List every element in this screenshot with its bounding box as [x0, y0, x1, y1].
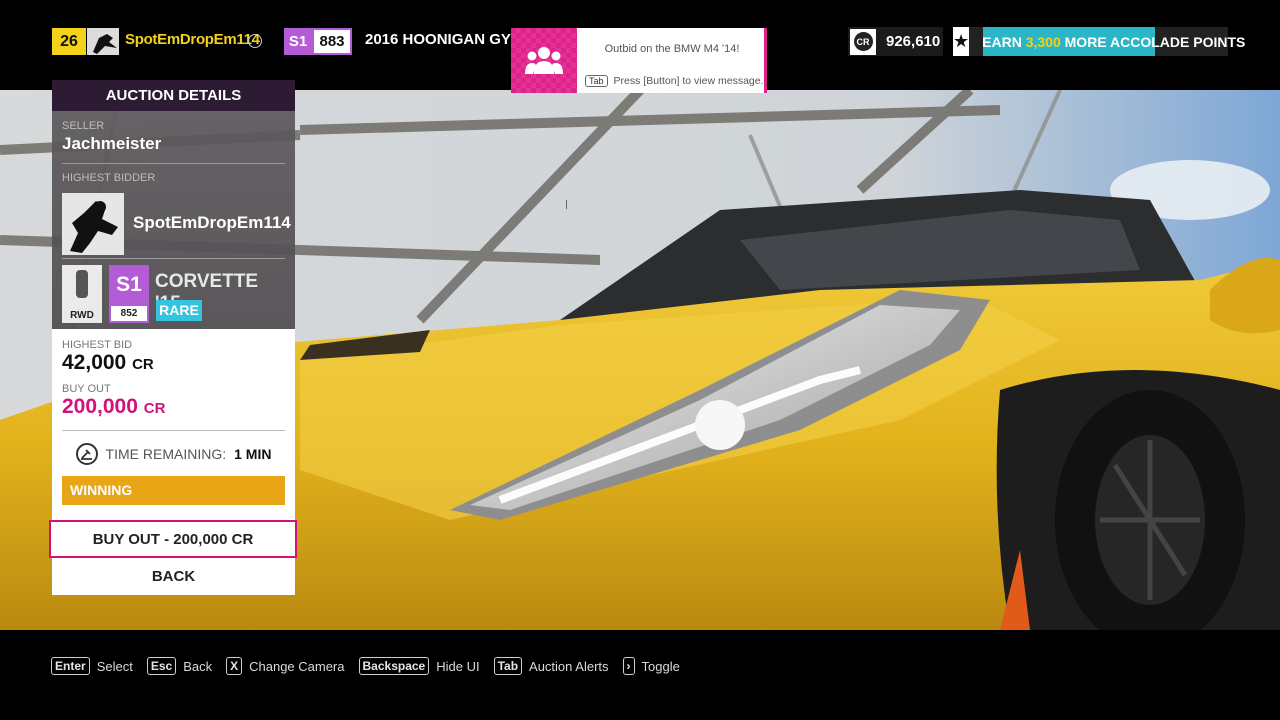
notification-hint-text: Press [Button] to view message.: [613, 75, 764, 87]
notification-hint: Tab Press [Button] to view message.: [585, 75, 764, 87]
seller-label: SELLER: [62, 120, 105, 132]
hint-select[interactable]: Enter Select: [51, 657, 133, 675]
car-info-section: RWD S1 852 CORVETTE '15 RARE: [62, 259, 285, 329]
player-level-badge: 26: [52, 28, 86, 55]
time-remaining: TIME REMAINING: 1 MIN: [62, 442, 285, 466]
back-button[interactable]: BACK: [52, 561, 295, 591]
outbid-notification[interactable]: Outbid on the BMW M4 '14! Tab Press [But…: [511, 28, 767, 93]
group-icon: [511, 28, 577, 93]
accolade-progress: ★ EARN 3,300 MORE ACCOLADE POINTS: [953, 27, 1245, 56]
hint-label: Select: [96, 658, 133, 674]
hint-label: Hide UI: [436, 658, 480, 674]
star-icon: ★: [953, 27, 970, 56]
control-hints: Enter Select Esc Back X Change Camera Ba…: [51, 657, 680, 675]
seller-section: SELLER Jachmeister: [62, 111, 285, 164]
club-badge-icon: [248, 34, 262, 48]
accolade-points: 3,300: [1025, 33, 1061, 50]
credits-value: 926,610: [886, 33, 941, 50]
esc-key-icon: Esc: [146, 657, 177, 675]
class-letter: S1: [284, 28, 312, 55]
hint-toggle[interactable]: › Toggle: [622, 657, 680, 675]
player-avatar: [87, 28, 119, 55]
toggle-key-icon: ›: [622, 657, 635, 675]
panel-title: AUCTION DETAILS: [52, 80, 295, 111]
tab-key-icon: Tab: [493, 657, 523, 675]
control-hints-bar: [0, 630, 1280, 720]
drivetrain-icon: RWD: [62, 265, 102, 323]
credits-icon: CR: [850, 28, 876, 55]
hint-label: Auction Alerts: [529, 658, 609, 674]
credits-display: CR 926,610: [848, 27, 943, 56]
backspace-key-icon: Backspace: [358, 657, 430, 675]
highest-bidder-section: HIGHEST BIDDER SpotEmDropEm114: [62, 164, 291, 259]
bidder-avatar: [62, 193, 124, 255]
hint-back[interactable]: Esc Back: [146, 657, 213, 675]
x-key-icon: X: [226, 657, 243, 675]
divider: [62, 430, 285, 431]
time-remaining-value: 1 MIN: [234, 446, 272, 462]
hint-label: Change Camera: [249, 658, 345, 674]
enter-key-icon: Enter: [51, 657, 90, 675]
notification-accent: [764, 28, 767, 93]
highest-bidder-name: SpotEmDropEm114: [133, 213, 291, 232]
hint-auction-alerts[interactable]: Tab Auction Alerts: [493, 657, 609, 675]
player-gamertag: SpotEmDropEm114: [125, 31, 260, 48]
highest-bidder-label: HIGHEST BIDDER: [62, 172, 156, 184]
hint-label: Toggle: [641, 658, 680, 674]
hint-change-camera[interactable]: X Change Camera: [226, 657, 345, 675]
mouse-cursor: [566, 200, 572, 209]
buyout-label: BUY OUT: [62, 383, 111, 395]
buyout-value: 200,000 CR: [62, 395, 166, 418]
highest-bid-label: HIGHEST BID: [62, 339, 133, 351]
auction-details-panel: AUCTION DETAILS SELLER Jachmeister HIGHE…: [49, 80, 297, 595]
car-class-letter: S1: [116, 273, 142, 296]
gavel-icon: [75, 443, 98, 465]
current-car-class-badge: S1 883: [284, 28, 352, 55]
accolade-text: EARN 3,300 MORE ACCOLADE POINTS: [982, 33, 1246, 50]
buyout-button[interactable]: BUY OUT - 200,000 CR: [49, 520, 297, 558]
highest-bid-section: HIGHEST BID 42,000 CR BUY OUT 200,000 CR: [62, 329, 285, 419]
seller-name: Jachmeister: [62, 134, 162, 153]
highest-bid-value: 42,000 CR: [62, 351, 154, 374]
car-class-badge: S1 852: [109, 265, 149, 323]
time-remaining-label: TIME REMAINING:: [105, 446, 227, 462]
hint-label: Back: [183, 658, 213, 674]
hint-hide-ui[interactable]: Backspace Hide UI: [358, 657, 480, 675]
rarity-badge: RARE: [156, 300, 202, 321]
car-performance-index: 852: [111, 306, 147, 321]
notification-message: Outbid on the BMW M4 '14!: [604, 43, 740, 55]
auction-status-badge: WINNING: [62, 476, 285, 505]
tab-key-icon: Tab: [585, 75, 608, 87]
performance-index: 883: [312, 28, 352, 55]
drivetrain-label: RWD: [70, 310, 94, 321]
